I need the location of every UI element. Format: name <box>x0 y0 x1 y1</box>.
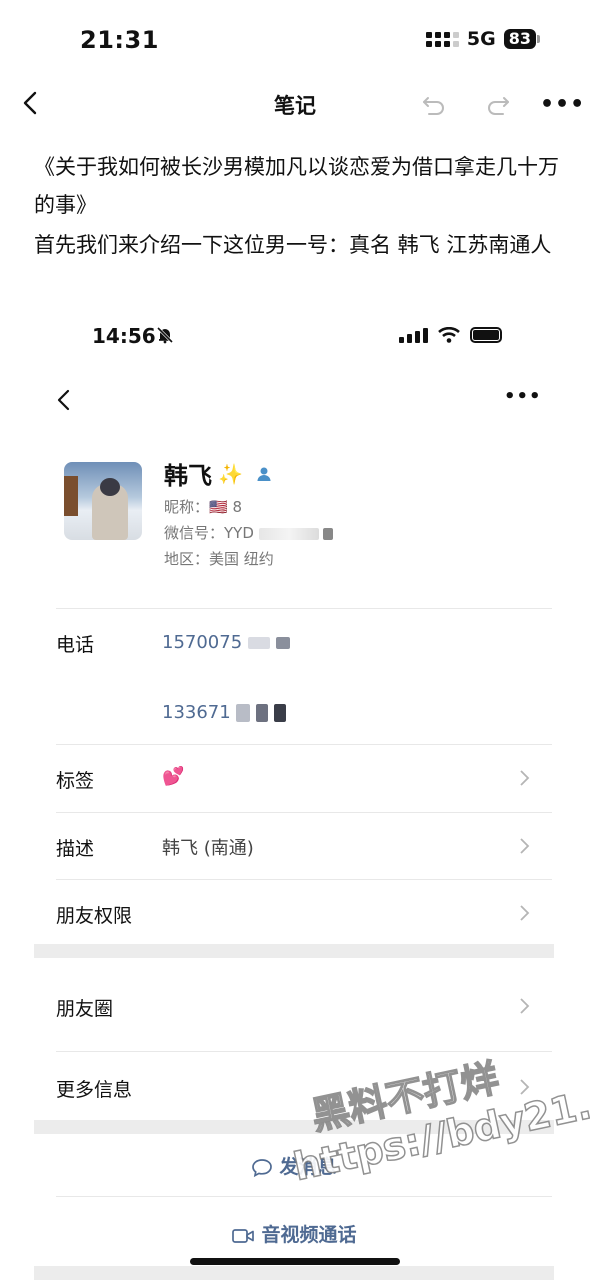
chevron-right-icon[interactable] <box>518 837 530 855</box>
chevron-right-icon[interactable] <box>518 769 530 787</box>
divider <box>56 744 552 745</box>
region-label: 地区： <box>164 550 210 568</box>
section-separator <box>34 944 554 958</box>
notes-nav-bar: 笔记 ••• <box>0 80 590 128</box>
moments-label[interactable]: 朋友圈 <box>56 994 113 1021</box>
nickname-value: 🇺🇸 8 <box>209 498 243 516</box>
wifi-icon <box>438 327 460 343</box>
embedded-status-indicators <box>399 327 502 343</box>
home-indicator[interactable] <box>190 1258 400 1265</box>
wechat-id-label: 微信号： <box>164 524 225 542</box>
phone-number-2[interactable]: 133671 <box>162 702 286 723</box>
more-options-icon[interactable]: ••• <box>540 92 585 117</box>
more-info-label[interactable]: 更多信息 <box>56 1075 132 1102</box>
status-indicators: 5G 83 <box>425 28 540 50</box>
section-separator <box>34 1266 554 1280</box>
battery-level: 83 <box>503 29 536 49</box>
wechat-id-value: YYD <box>224 524 254 542</box>
video-camera-icon <box>232 1228 255 1243</box>
embedded-battery-icon <box>470 327 502 343</box>
divider <box>56 879 552 880</box>
undo-icon[interactable] <box>420 90 448 118</box>
divider <box>56 1051 552 1052</box>
bell-muted-icon <box>156 326 174 344</box>
avatar[interactable] <box>64 462 142 540</box>
chevron-right-icon[interactable] <box>518 997 530 1015</box>
description-label: 描述 <box>56 838 95 860</box>
video-call-label: 音视频通话 <box>261 1224 357 1246</box>
signal-icon <box>425 31 459 47</box>
network-label: 5G <box>466 28 496 50</box>
profile-name: 韩飞 <box>164 462 212 490</box>
nickname-line: 昵称：🇺🇸 8 <box>164 496 242 517</box>
cellular-signal-icon <box>399 327 428 343</box>
region-line: 地区：美国 纽约 <box>164 548 274 569</box>
embedded-back-icon[interactable] <box>54 388 74 412</box>
video-call-button[interactable]: 音视频通话 <box>34 1220 554 1247</box>
phone-number-1[interactable]: 1570075 <box>162 632 290 653</box>
embedded-more-icon[interactable]: ••• <box>504 386 542 407</box>
note-paragraph: 《关于我如何被长沙男模加凡以谈恋爱为借口拿走几十万的事》 <box>34 155 559 217</box>
chat-bubble-icon <box>252 1158 273 1177</box>
friend-permissions-label[interactable]: 朋友权限 <box>56 901 132 928</box>
tags-label: 标签 <box>56 770 95 792</box>
embedded-status-time: 14:56 <box>92 324 156 348</box>
region-value: 美国 纽约 <box>209 550 274 568</box>
phone-label: 电话 <box>56 634 95 656</box>
chevron-right-icon[interactable] <box>518 904 530 922</box>
status-time: 21:31 <box>80 26 159 54</box>
divider <box>56 608 552 609</box>
contact-person-icon <box>257 467 271 481</box>
nickname-label: 昵称： <box>164 498 210 516</box>
notes-page: 21:31 5G 83 笔记 ••• 《关于我如何被长沙男模加凡以谈恋爱为借口拿… <box>0 0 590 1280</box>
description-value: 韩飞 (南通) <box>162 838 254 859</box>
divider <box>56 812 552 813</box>
sparkle-emoji: ✨ <box>218 461 243 486</box>
redo-icon[interactable] <box>484 90 512 118</box>
profile-name-row: 韩飞 ✨ <box>164 456 273 491</box>
tags-value: 💕 <box>162 766 185 787</box>
battery-icon: 83 <box>503 29 540 49</box>
wechat-id-line: 微信号：YYD <box>164 522 334 543</box>
divider <box>56 1196 552 1197</box>
note-paragraph: 首先我们来介绍一下这位男一号：真名 韩飞 江苏南通人 <box>34 233 552 257</box>
note-body[interactable]: 《关于我如何被长沙男模加凡以谈恋爱为借口拿走几十万的事》 首先我们来介绍一下这位… <box>34 148 564 266</box>
